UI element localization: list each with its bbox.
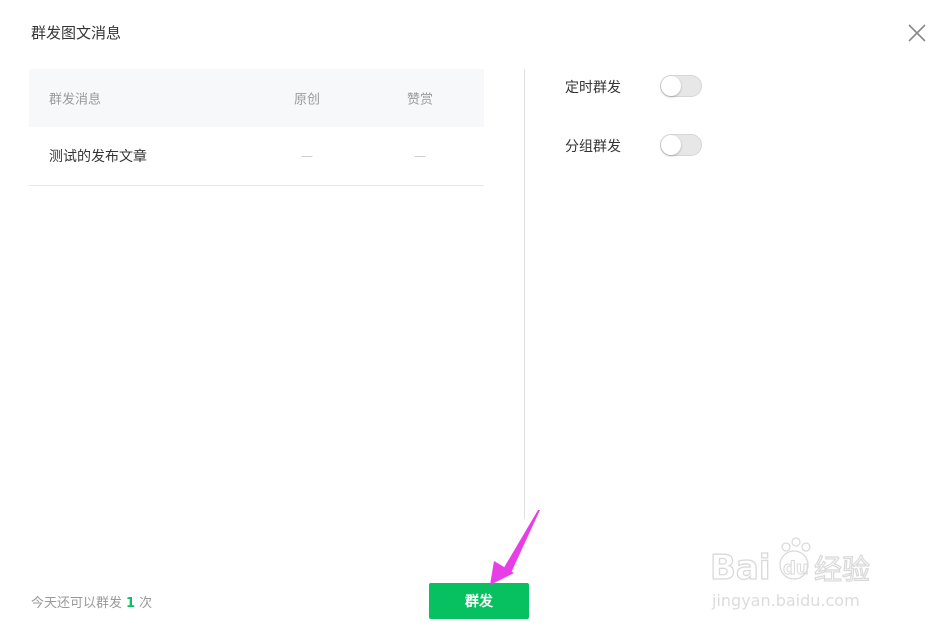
baidu-jingyan-watermark: Bai du 经验 jingyan.baidu.com: [709, 535, 880, 615]
close-icon: [908, 24, 926, 42]
scheduled-send-label: 定时群发: [565, 80, 621, 96]
article-reward-value: —: [414, 149, 426, 163]
vertical-divider: [524, 69, 525, 519]
header-title: 群发消息: [49, 92, 102, 108]
close-button[interactable]: [906, 22, 928, 44]
group-send-toggle[interactable]: [660, 134, 702, 156]
watermark-logo: Bai du 经验 jingyan.baidu.com: [709, 537, 871, 610]
send-quota: 今天还可以群发 1 次: [31, 592, 152, 611]
header-original-label: 原创: [294, 92, 321, 108]
group-send-label: 分组群发: [565, 139, 621, 155]
toggle-knob: [661, 135, 681, 155]
header-reward-label: 赞赏: [407, 92, 434, 108]
svg-text:Bai: Bai: [710, 548, 771, 588]
article-title: 测试的发布文章: [49, 149, 147, 165]
quota-suffix: 次: [139, 596, 153, 611]
message-table: 群发消息 原创 赞赏 测试的发布文章 — —: [29, 69, 484, 186]
quota-count: 1: [126, 596, 136, 611]
svg-text:du: du: [783, 558, 809, 579]
svg-text:经验: 经验: [814, 553, 870, 586]
scheduled-send-toggle[interactable]: [660, 75, 702, 97]
toggle-knob: [661, 76, 681, 96]
table-header: 群发消息 原创 赞赏: [29, 69, 484, 127]
article-original-value: —: [301, 149, 313, 163]
quota-prefix: 今天还可以群发: [31, 596, 123, 611]
annotation-arrow: [490, 510, 540, 585]
send-button[interactable]: 群发: [429, 583, 529, 619]
table-row[interactable]: 测试的发布文章 — —: [29, 127, 484, 186]
svg-text:jingyan.baidu.com: jingyan.baidu.com: [711, 591, 860, 610]
dialog-title: 群发图文消息: [31, 24, 122, 42]
